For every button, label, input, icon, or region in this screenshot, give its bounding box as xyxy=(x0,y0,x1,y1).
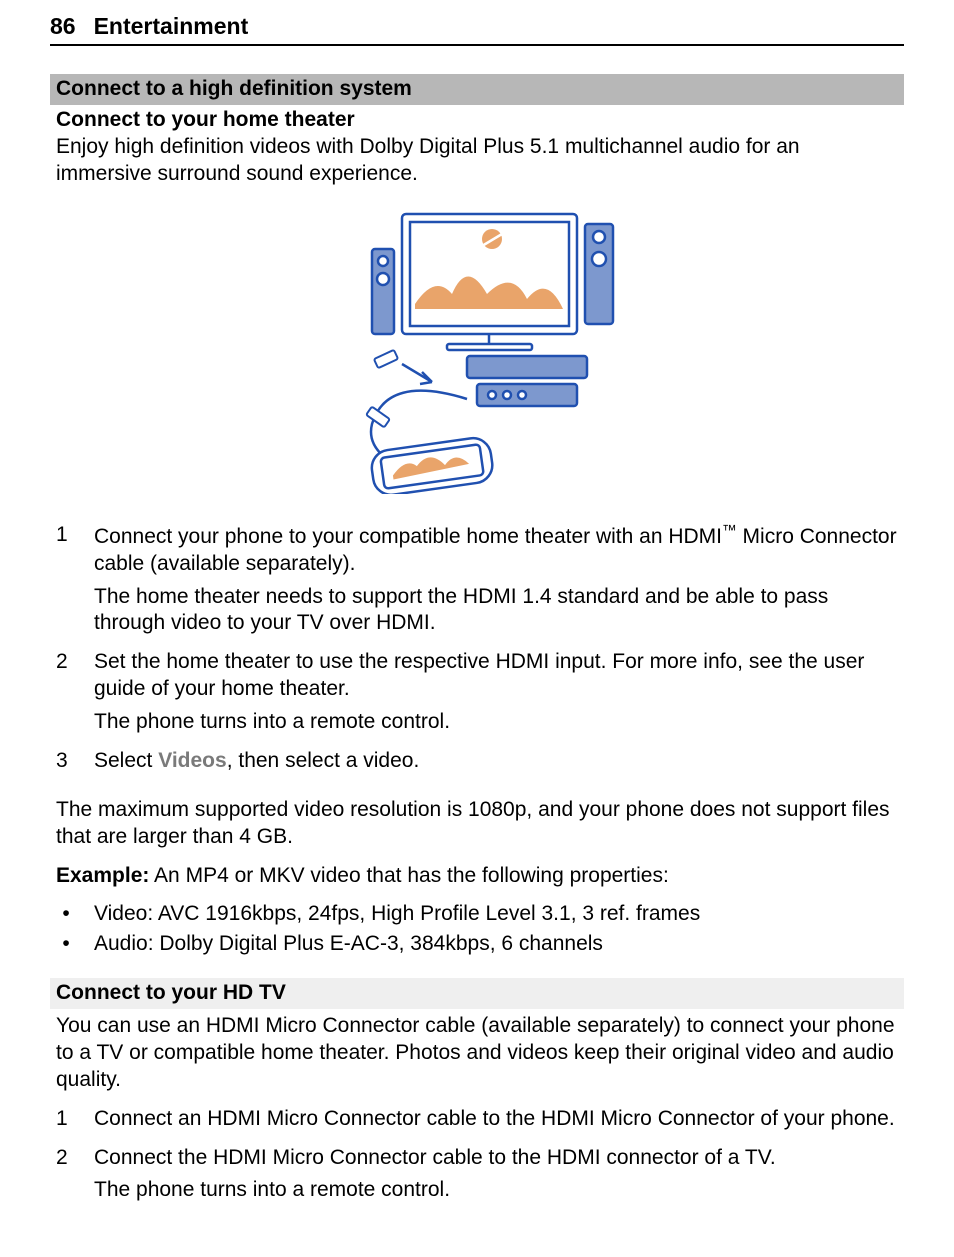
step-text: Connect your phone to your compatible ho… xyxy=(94,525,722,548)
step-body: Connect your phone to your compatible ho… xyxy=(94,522,898,644)
step-text: Connect an HDMI Micro Connector cable to… xyxy=(94,1106,898,1133)
illustration-home-theater xyxy=(50,204,904,502)
step-row: 1 Connect your phone to your compatible … xyxy=(56,522,898,644)
chapter-title: Entertainment xyxy=(94,12,249,41)
section-heading-hd-tv: Connect to your HD TV xyxy=(50,978,904,1009)
bullet-row: • Video: AVC 1916kbps, 24fps, High Profi… xyxy=(56,901,898,928)
step-text: Connect the HDMI Micro Connector cable t… xyxy=(94,1145,898,1172)
step-body: Connect an HDMI Micro Connector cable to… xyxy=(94,1106,898,1139)
menu-label-videos: Videos xyxy=(158,749,226,772)
subheading-home-theater: Connect to your home theater xyxy=(50,105,904,134)
step-body: Connect the HDMI Micro Connector cable t… xyxy=(94,1145,898,1211)
step-row: 2 Connect the HDMI Micro Connector cable… xyxy=(56,1145,898,1211)
step-text-pre: Select xyxy=(94,749,158,772)
example-label: Example: xyxy=(56,864,149,887)
step-number: 1 xyxy=(56,522,76,644)
step-number: 3 xyxy=(56,748,76,781)
step-text: The phone turns into a remote control. xyxy=(94,1177,898,1204)
step-number: 2 xyxy=(56,1145,76,1211)
intro-paragraph: Enjoy high definition videos with Dolby … xyxy=(50,134,904,188)
bullet-text: Video: AVC 1916kbps, 24fps, High Profile… xyxy=(94,901,700,928)
example-paragraph: Example: An MP4 or MKV video that has th… xyxy=(50,863,904,890)
bullet-row: • Audio: Dolby Digital Plus E-AC-3, 384k… xyxy=(56,931,898,958)
step-text: Set the home theater to use the respecti… xyxy=(94,649,898,703)
steps-hd-tv: 1 Connect an HDMI Micro Connector cable … xyxy=(50,1106,904,1211)
hd-tv-intro: You can use an HDMI Micro Connector cabl… xyxy=(50,1013,904,1094)
hdmi-illustration-icon xyxy=(317,204,637,494)
example-bullets: • Video: AVC 1916kbps, 24fps, High Profi… xyxy=(50,901,904,958)
step-number: 2 xyxy=(56,649,76,742)
page-header: 86 Entertainment xyxy=(50,12,904,46)
step-text: The phone turns into a remote control. xyxy=(94,709,898,736)
step-body: Set the home theater to use the respecti… xyxy=(94,649,898,742)
bullet-text: Audio: Dolby Digital Plus E-AC-3, 384kbp… xyxy=(94,931,603,958)
bullet-icon: • xyxy=(56,901,76,928)
step-row: 2 Set the home theater to use the respec… xyxy=(56,649,898,742)
trademark-symbol: ™ xyxy=(722,523,737,539)
step-row: 3 Select Videos, then select a video. xyxy=(56,748,898,781)
step-text-post: , then select a video. xyxy=(227,749,420,772)
steps-home-theater: 1 Connect your phone to your compatible … xyxy=(50,522,904,781)
step-text: The home theater needs to support the HD… xyxy=(94,584,898,638)
document-page: 86 Entertainment Connect to a high defin… xyxy=(0,0,954,1257)
step-body: Select Videos, then select a video. xyxy=(94,748,898,781)
section-heading-high-definition: Connect to a high definition system xyxy=(50,74,904,105)
page-number: 86 xyxy=(50,12,76,41)
example-text: An MP4 or MKV video that has the followi… xyxy=(149,864,668,887)
step-number: 1 xyxy=(56,1106,76,1139)
bullet-icon: • xyxy=(56,931,76,958)
max-resolution-note: The maximum supported video resolution i… xyxy=(50,797,904,851)
step-row: 1 Connect an HDMI Micro Connector cable … xyxy=(56,1106,898,1139)
